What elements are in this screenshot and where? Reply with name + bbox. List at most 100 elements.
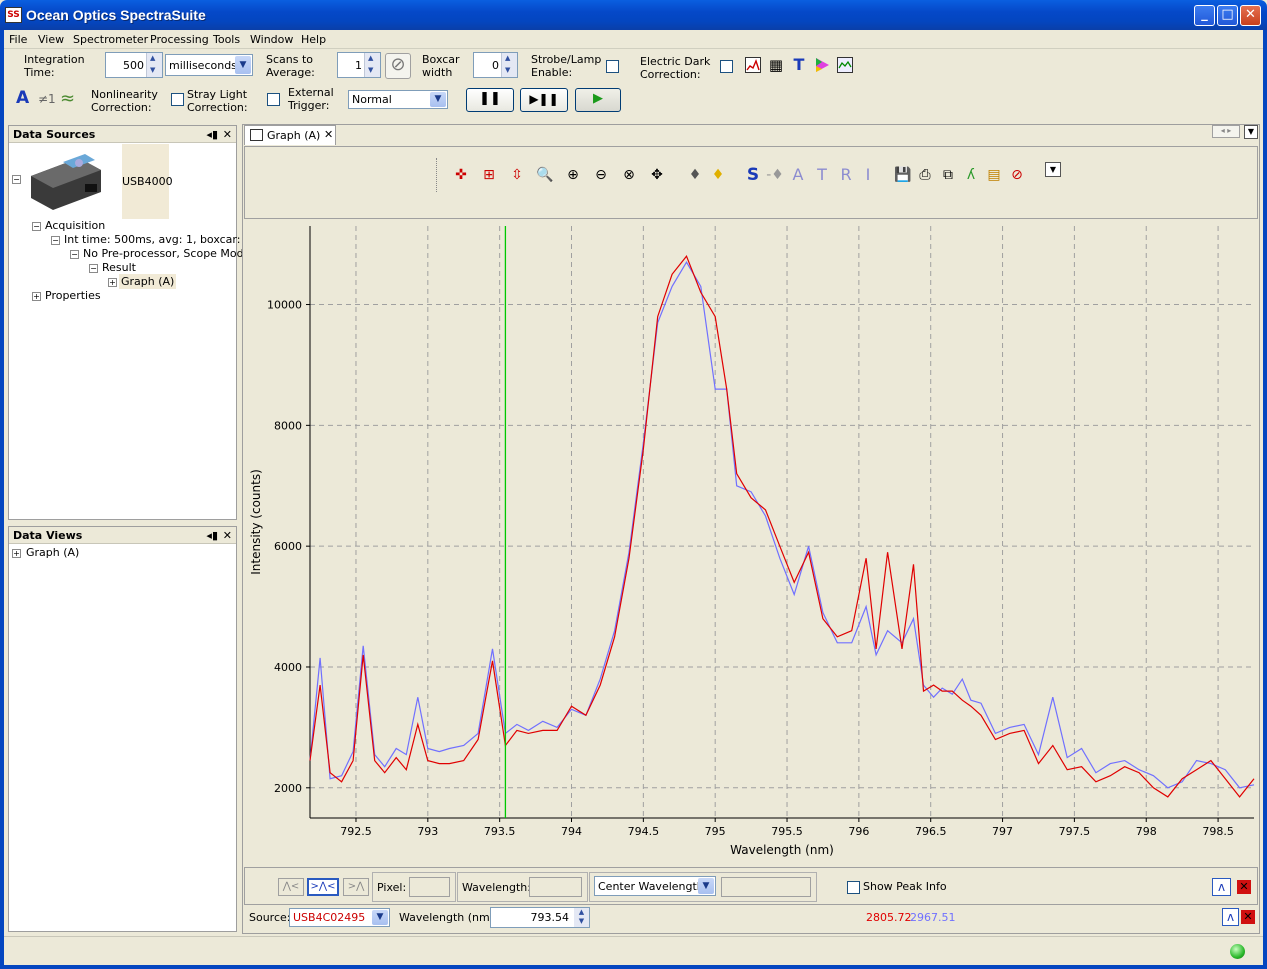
expand-int-time-icon[interactable]: − xyxy=(51,236,60,245)
app-icon: SS xyxy=(5,7,22,23)
text-icon[interactable]: T xyxy=(791,55,807,74)
peak-mode-select[interactable]: Center Wavelength ▼ xyxy=(594,876,716,896)
menu-tools[interactable]: Tools xyxy=(213,33,240,46)
tab-graph-a[interactable]: Graph (A) ✕ xyxy=(244,125,336,145)
load-overlay-icon[interactable]: ▤ xyxy=(985,166,1003,184)
tree-properties[interactable]: Properties xyxy=(45,289,101,302)
toolbar-overflow-dropdown[interactable]: ▼ xyxy=(1045,162,1061,177)
transmission-t-icon[interactable]: T xyxy=(813,166,831,184)
menu-processing[interactable]: Processing xyxy=(150,33,209,46)
boxcar-width-spinner[interactable]: 0 xyxy=(473,52,518,78)
zoom-region-icon[interactable]: 🔍 xyxy=(536,166,554,184)
tab-scroll-buttons[interactable]: ◂ ▸ xyxy=(1212,125,1240,138)
nearest-peak-button[interactable]: >⋀< xyxy=(307,878,339,896)
expand-view-graph-icon[interactable]: + xyxy=(12,549,21,558)
fit-vertical-icon[interactable]: ⇳ xyxy=(508,166,526,184)
minimize-button[interactable]: _ xyxy=(1194,5,1215,26)
prev-peak-button[interactable]: ⋀< xyxy=(278,878,304,896)
copy-icon[interactable]: ⧉ xyxy=(939,166,957,184)
single-step-button[interactable]: ▶❚❚ xyxy=(520,88,568,112)
nonlinearity-checkbox[interactable] xyxy=(171,93,184,106)
tab-close-icon[interactable]: ✕ xyxy=(324,128,333,141)
cursor-close-icon[interactable]: ✕ xyxy=(1241,910,1255,924)
stop-averaging-icon[interactable]: ⊘ xyxy=(385,53,411,79)
stray-light-checkbox[interactable] xyxy=(267,93,280,106)
electric-dark-checkbox[interactable] xyxy=(720,60,733,73)
graph-icon[interactable] xyxy=(837,57,853,73)
expand-result-icon[interactable]: − xyxy=(89,264,98,273)
integration-unit-select[interactable]: milliseconds ▼ xyxy=(165,54,253,76)
panel-minimize-icon[interactable]: ◂▮ xyxy=(206,128,218,141)
close-button[interactable]: ✕ xyxy=(1240,5,1261,26)
trigger-mode-select[interactable]: Normal ▼ xyxy=(348,90,448,109)
spectrum-plot[interactable]: 792.5 793 793.5 794 794.5 795 795.5 796 796.5 797… xyxy=(244,220,1258,865)
tree-acquisition[interactable]: Acquisition xyxy=(45,219,105,232)
color-icon[interactable] xyxy=(814,57,830,73)
integration-time-spinner[interactable]: 500 xyxy=(105,52,163,78)
menu-help[interactable]: Help xyxy=(301,33,326,46)
tree-preprocessor[interactable]: No Pre-processor, Scope Mode xyxy=(83,247,250,260)
menu-window[interactable]: Window xyxy=(250,33,293,46)
expand-device-icon[interactable]: − xyxy=(12,175,21,184)
table-icon[interactable]: ▦ xyxy=(768,57,784,73)
next-peak-button[interactable]: >⋀ xyxy=(343,878,369,896)
pixel-field[interactable] xyxy=(409,877,450,897)
device-name[interactable]: USB4000 xyxy=(122,175,173,188)
cursor-wavelength-spinner[interactable]: 793.54 ▲ ▼ xyxy=(490,907,590,928)
expand-graph-icon[interactable]: + xyxy=(108,278,117,287)
irradiance-i-icon[interactable]: I xyxy=(859,166,877,184)
nonlinearity-a-icon[interactable]: A xyxy=(16,88,29,108)
expand-acquisition-icon[interactable]: − xyxy=(32,222,41,231)
absorbance-icon[interactable] xyxy=(745,57,761,73)
x-tick-label: 794.5 xyxy=(628,825,660,838)
tree-graph[interactable]: Graph (A) xyxy=(119,274,177,289)
save-icon[interactable]: 💾 xyxy=(894,166,912,184)
peak-toggle-icon[interactable]: ʌ xyxy=(1212,878,1231,896)
reflection-r-icon[interactable]: R xyxy=(837,166,855,184)
zoom-reset-icon[interactable]: ⊗ xyxy=(620,166,638,184)
wave-icon[interactable]: ≈ xyxy=(60,88,75,109)
spectrum-chart[interactable]: 792.5 793 793.5 794 794.5 795 795.5 796 796.5 797… xyxy=(244,220,1258,865)
peak-mode-field[interactable] xyxy=(721,877,811,897)
pause-button[interactable]: ❚❚ xyxy=(466,88,514,112)
source-select[interactable]: USB4C02495 ▼ xyxy=(289,908,390,927)
menu-view[interactable]: View xyxy=(38,33,64,46)
cursor-toggle-icon[interactable]: ʌ xyxy=(1222,908,1239,926)
panel-close-icon[interactable]: ✕ xyxy=(223,529,232,542)
expand-properties-icon[interactable]: + xyxy=(32,292,41,301)
bulb-off-icon[interactable]: ♦ xyxy=(686,166,704,184)
fit-all-icon[interactable]: ⊞ xyxy=(480,166,498,184)
view-graph-item[interactable]: Graph (A) xyxy=(26,546,79,559)
peak-wavelength-label: Wavelength: xyxy=(462,881,531,894)
show-peak-info-checkbox[interactable] xyxy=(847,881,860,894)
panel-minimize-icon[interactable]: ◂▮ xyxy=(206,529,218,542)
data-sources-header: Data Sources ◂▮ ✕ xyxy=(9,126,236,143)
not-equal-one-icon[interactable]: ≠1 xyxy=(38,92,56,106)
absorbance-a-icon[interactable]: A xyxy=(789,166,807,184)
tab-list-dropdown[interactable]: ▼ xyxy=(1244,125,1258,139)
strobe-lamp-checkbox[interactable] xyxy=(606,60,619,73)
menu-spectrometer[interactable]: Spectrometer xyxy=(73,33,148,46)
tree-result[interactable]: Result xyxy=(102,261,136,274)
peak-wavelength-field[interactable] xyxy=(529,877,582,897)
show-peak-info-label: Show Peak Info xyxy=(863,880,947,893)
scans-to-average-spinner[interactable]: 1 xyxy=(337,52,381,78)
zoom-in-icon[interactable]: ⊕ xyxy=(564,166,582,184)
zoom-out-icon[interactable]: ⊖ xyxy=(592,166,610,184)
bulb-on-icon[interactable]: ♦ xyxy=(709,166,727,184)
overlay-spectrum-icon[interactable]: ʎ xyxy=(962,166,980,184)
pan-icon[interactable]: ✥ xyxy=(648,166,666,184)
peak-close-icon[interactable]: ✕ xyxy=(1237,880,1251,894)
tree-int-time[interactable]: Int time: 500ms, avg: 1, boxcar: 0 xyxy=(64,233,251,246)
dark-bulb-icon[interactable]: -♦ xyxy=(766,166,784,184)
window-frame-right xyxy=(1263,30,1267,969)
expand-preprocessor-icon[interactable]: − xyxy=(70,250,79,259)
panel-close-icon[interactable]: ✕ xyxy=(223,128,232,141)
menu-file[interactable]: File xyxy=(9,33,27,46)
play-button[interactable]: ▶ xyxy=(575,88,621,112)
print-icon[interactable]: ⎙ xyxy=(916,166,934,184)
maximize-button[interactable]: □ xyxy=(1217,5,1238,26)
delete-overlay-icon[interactable]: ⊘ xyxy=(1008,166,1026,184)
crosshair-icon[interactable]: ✜ xyxy=(452,166,470,184)
scope-s-icon[interactable]: S xyxy=(744,166,762,184)
